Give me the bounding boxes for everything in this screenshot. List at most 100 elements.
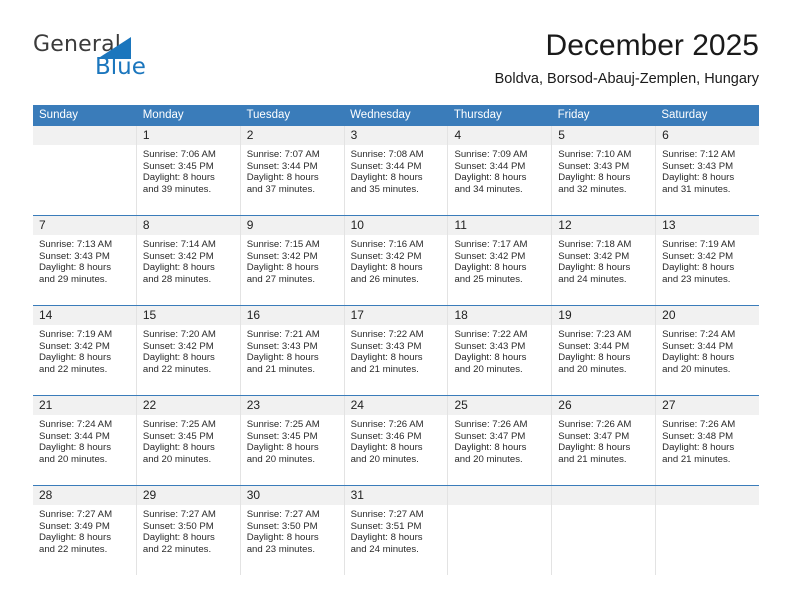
sunrise-text: Sunrise: 7:24 AM	[662, 329, 736, 340]
day-number-band: 27	[656, 396, 760, 416]
calendar-day-cell[interactable]: 2 Sunrise: 7:07 AM Sunset: 3:44 PM Daylight…	[239, 126, 344, 215]
day-sun-info: Sunrise: 7:23 AM Sunset: 3:44 PM Daylight:…	[552, 326, 655, 375]
day-number: 20	[662, 308, 676, 322]
day-number-band: 11	[448, 216, 552, 236]
day-number-band: 7	[33, 216, 136, 236]
daylight-text-line1: Daylight: 8 hours	[246, 262, 319, 274]
day-number: 10	[350, 218, 364, 232]
daylight-text-line1: Daylight: 8 hours	[454, 172, 527, 184]
day-number-band: 3	[344, 126, 448, 146]
sunset-text: Sunset: 3:50 PM	[142, 520, 214, 532]
calendar-day-cell[interactable]: 28 Sunrise: 7:27 AM Sunset: 3:49 PM Dayligh…	[33, 486, 136, 575]
day-sun-info: Sunrise: 7:18 AM Sunset: 3:42 PM Daylight:…	[552, 236, 655, 285]
calendar-day-cell[interactable]: 17 Sunrise: 7:22 AM Sunset: 3:43 PM Dayligh…	[343, 306, 448, 395]
daylight-text-line2: and 27 minutes.	[246, 273, 315, 285]
sunrise-text: Sunrise: 7:27 AM	[350, 509, 424, 520]
day-sun-info: Sunrise: 7:09 AM Sunset: 3:44 PM Daylight:…	[448, 146, 551, 195]
daylight-text-line1: Daylight: 8 hours	[39, 442, 111, 454]
day-number: 12	[558, 218, 572, 232]
sunrise-text: Sunrise: 7:22 AM	[454, 329, 528, 340]
day-sun-info: Sunrise: 7:16 AM Sunset: 3:42 PM Daylight:…	[345, 236, 448, 285]
calendar-day-cell[interactable]: 14 Sunrise: 7:19 AM Sunset: 3:42 PM Dayligh…	[33, 306, 136, 395]
calendar-day-cell[interactable]: 19 Sunrise: 7:23 AM Sunset: 3:44 PM Dayligh…	[551, 306, 656, 395]
calendar-day-cell[interactable]: 4 Sunrise: 7:09 AM Sunset: 3:44 PM Daylight…	[447, 126, 552, 215]
sunset-text: Sunset: 3:42 PM	[350, 250, 422, 262]
day-number: 5	[558, 128, 565, 142]
calendar-day-cell[interactable]: 8 Sunrise: 7:14 AM Sunset: 3:42 PM Daylight…	[135, 216, 240, 305]
calendar-day-cell[interactable]: 10 Sunrise: 7:16 AM Sunset: 3:42 PM Dayligh…	[343, 216, 448, 305]
day-number: 11	[454, 218, 467, 232]
calendar-day-cell[interactable]: 24 Sunrise: 7:26 AM Sunset: 3:46 PM Dayligh…	[343, 396, 448, 485]
day-number-band: 15	[136, 306, 240, 326]
calendar-day-cell[interactable]: 1 Sunrise: 7:06 AM Sunset: 3:45 PM Daylight…	[135, 126, 240, 215]
day-number-band: 31	[344, 486, 448, 506]
calendar-day-cell[interactable]: 12 Sunrise: 7:18 AM Sunset: 3:42 PM Dayligh…	[551, 216, 656, 305]
calendar-day-cell[interactable]: 11 Sunrise: 7:17 AM Sunset: 3:42 PM Dayligh…	[447, 216, 552, 305]
sunset-text: Sunset: 3:45 PM	[142, 160, 214, 172]
calendar-day-cell[interactable]: 29 Sunrise: 7:27 AM Sunset: 3:50 PM Dayligh…	[135, 486, 240, 575]
daylight-text-line1: Daylight: 8 hours	[350, 172, 423, 184]
daylight-text-line2: and 31 minutes.	[662, 183, 731, 195]
calendar-day-cell[interactable]: 18 Sunrise: 7:22 AM Sunset: 3:43 PM Dayligh…	[447, 306, 552, 395]
daylight-text-line2: and 22 minutes.	[39, 363, 108, 375]
day-number-band: 8	[136, 216, 240, 236]
calendar-day-cell[interactable]: 16 Sunrise: 7:21 AM Sunset: 3:43 PM Dayligh…	[239, 306, 344, 395]
calendar-day-cell[interactable]: 15 Sunrise: 7:20 AM Sunset: 3:42 PM Dayligh…	[135, 306, 240, 395]
day-number-band: 17	[344, 306, 448, 326]
weekday-friday: Friday	[557, 109, 590, 121]
sunset-text: Sunset: 3:43 PM	[454, 340, 526, 352]
day-number-band	[448, 486, 552, 506]
calendar-day-cell[interactable]: 26 Sunrise: 7:26 AM Sunset: 3:47 PM Dayligh…	[551, 396, 656, 485]
calendar-day-cell[interactable]: 27 Sunrise: 7:26 AM Sunset: 3:48 PM Dayligh…	[655, 396, 760, 485]
calendar-day-cell-empty	[33, 126, 136, 215]
calendar-day-cell[interactable]: 20 Sunrise: 7:24 AM Sunset: 3:44 PM Dayligh…	[655, 306, 760, 395]
calendar-day-cell[interactable]: 13 Sunrise: 7:19 AM Sunset: 3:42 PM Dayligh…	[655, 216, 760, 305]
calendar-day-cell[interactable]: 5 Sunrise: 7:10 AM Sunset: 3:43 PM Daylight…	[551, 126, 656, 215]
calendar-day-cell[interactable]: 3 Sunrise: 7:08 AM Sunset: 3:44 PM Daylight…	[343, 126, 448, 215]
calendar-day-cell-empty	[655, 486, 760, 575]
day-number-band: 18	[448, 306, 552, 326]
sunset-text: Sunset: 3:51 PM	[350, 520, 422, 532]
weekday-wednesday: Wednesday	[350, 109, 411, 121]
calendar-day-cell[interactable]: 22 Sunrise: 7:25 AM Sunset: 3:45 PM Dayligh…	[135, 396, 240, 485]
daylight-text-line1: Daylight: 8 hours	[454, 262, 527, 274]
day-sun-info: Sunrise: 7:25 AM Sunset: 3:45 PM Daylight:…	[241, 416, 344, 465]
calendar-day-cell[interactable]: 21 Sunrise: 7:24 AM Sunset: 3:44 PM Dayligh…	[33, 396, 136, 485]
calendar-day-cell[interactable]: 23 Sunrise: 7:25 AM Sunset: 3:45 PM Dayligh…	[239, 396, 344, 485]
day-sun-info: Sunrise: 7:19 AM Sunset: 3:42 PM Daylight:…	[33, 326, 136, 375]
day-number: 24	[350, 398, 364, 412]
day-number-band: 5	[552, 126, 656, 146]
sunrise-text: Sunrise: 7:18 AM	[558, 239, 632, 250]
daylight-text-line1: Daylight: 8 hours	[662, 172, 735, 184]
sunset-text: Sunset: 3:43 PM	[350, 340, 422, 352]
sunset-text: Sunset: 3:42 PM	[142, 250, 214, 262]
general-blue-logo[interactable]: General Blue	[33, 32, 213, 92]
sunrise-text: Sunrise: 7:27 AM	[142, 509, 216, 520]
daylight-text-line1: Daylight: 8 hours	[39, 352, 111, 364]
day-sun-info: Sunrise: 7:08 AM Sunset: 3:44 PM Daylight:…	[345, 146, 448, 195]
day-sun-info: Sunrise: 7:27 AM Sunset: 3:50 PM Daylight:…	[241, 506, 344, 555]
day-sun-info: Sunrise: 7:12 AM Sunset: 3:43 PM Daylight:…	[656, 146, 759, 195]
sunrise-text: Sunrise: 7:07 AM	[246, 149, 320, 160]
sunrise-text: Sunrise: 7:10 AM	[558, 149, 632, 160]
calendar-day-cell[interactable]: 30 Sunrise: 7:27 AM Sunset: 3:50 PM Dayligh…	[239, 486, 344, 575]
calendar-day-cell[interactable]: 9 Sunrise: 7:15 AM Sunset: 3:42 PM Daylight…	[239, 216, 344, 305]
day-sun-info: Sunrise: 7:21 AM Sunset: 3:43 PM Daylight:…	[241, 326, 344, 375]
sunrise-text: Sunrise: 7:19 AM	[39, 329, 113, 340]
calendar-day-cell[interactable]: 7 Sunrise: 7:13 AM Sunset: 3:43 PM Daylight…	[33, 216, 136, 305]
day-number-band: 28	[33, 486, 136, 506]
daylight-text-line1: Daylight: 8 hours	[558, 352, 631, 364]
weekday-header-row: Sunday Monday Tuesday Wednesday Thursday…	[33, 105, 759, 126]
calendar-day-cell[interactable]: 6 Sunrise: 7:12 AM Sunset: 3:43 PM Daylight…	[655, 126, 760, 215]
calendar-day-cell[interactable]: 25 Sunrise: 7:26 AM Sunset: 3:47 PM Dayligh…	[447, 396, 552, 485]
daylight-text-line1: Daylight: 8 hours	[558, 262, 631, 274]
day-sun-info: Sunrise: 7:22 AM Sunset: 3:43 PM Daylight:…	[448, 326, 551, 375]
day-number: 2	[246, 128, 254, 142]
daylight-text-line2: and 20 minutes.	[558, 363, 627, 375]
day-sun-info: Sunrise: 7:24 AM Sunset: 3:44 PM Daylight:…	[656, 326, 759, 375]
sunrise-text: Sunrise: 7:25 AM	[246, 419, 320, 430]
day-sun-info: Sunrise: 7:26 AM Sunset: 3:46 PM Daylight:…	[345, 416, 448, 465]
day-sun-info: Sunrise: 7:22 AM Sunset: 3:43 PM Daylight:…	[345, 326, 448, 375]
daylight-text-line2: and 32 minutes.	[558, 183, 627, 195]
calendar-day-cell[interactable]: 31 Sunrise: 7:27 AM Sunset: 3:51 PM Dayligh…	[343, 486, 448, 575]
